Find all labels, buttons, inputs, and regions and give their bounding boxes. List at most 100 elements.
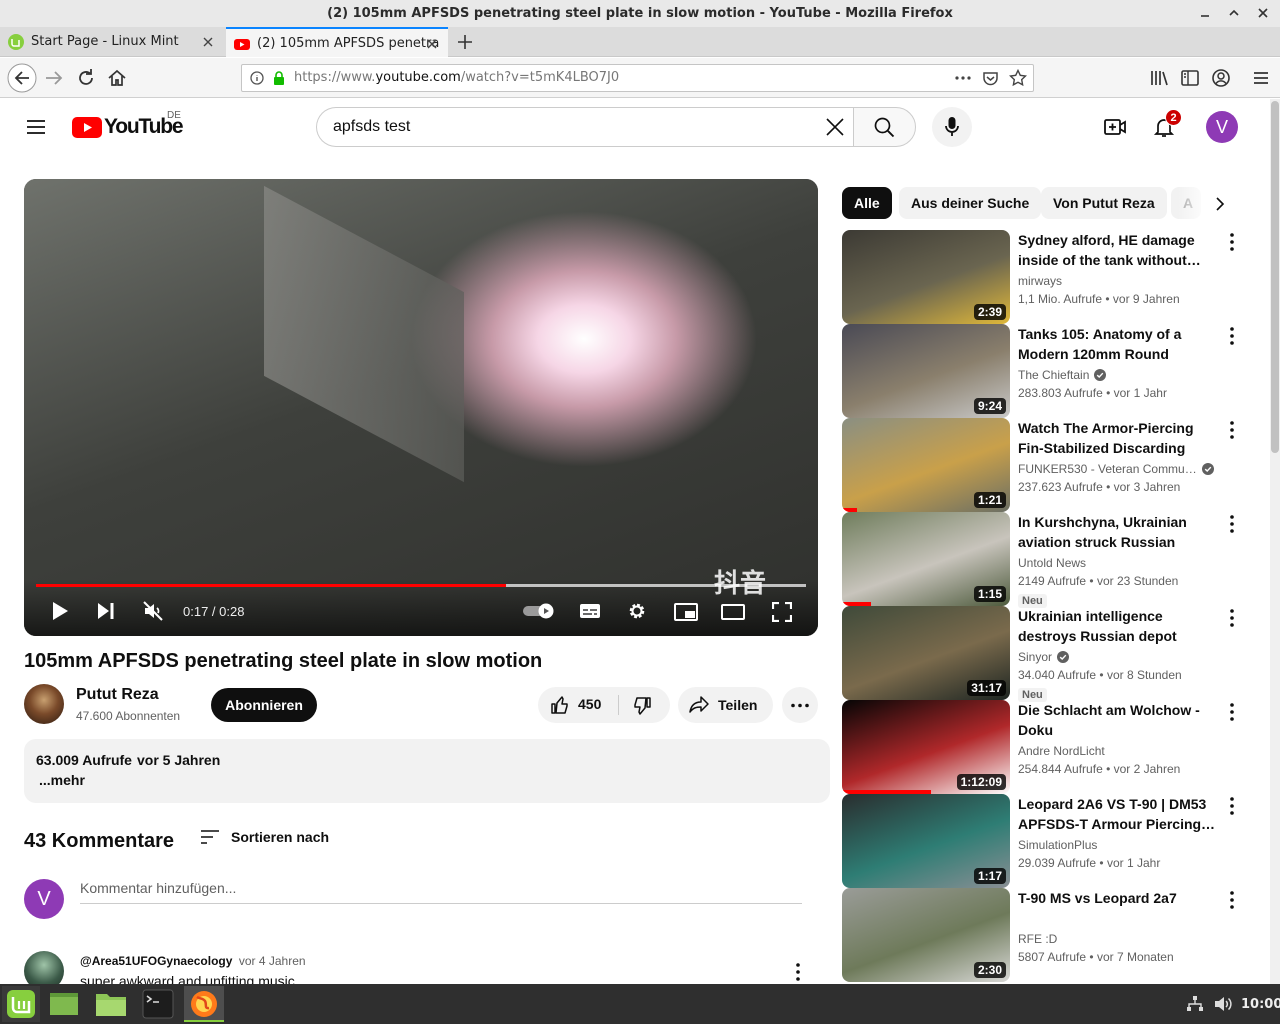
share-button[interactable]: Teilen — [678, 687, 773, 723]
more-vertical-icon[interactable] — [1224, 514, 1240, 534]
recommendation-title[interactable]: Watch The Armor-Piercing Fin-Stabilized … — [1018, 418, 1222, 458]
miniplayer-icon[interactable] — [674, 603, 698, 621]
address-bar[interactable]: https://www.youtube.com/watch?v=t5mK4LBO… — [241, 64, 1034, 92]
home-icon[interactable] — [105, 66, 129, 90]
pocket-icon[interactable] — [982, 70, 999, 87]
fullscreen-icon[interactable] — [772, 602, 792, 622]
notifications-button[interactable]: 2 — [1152, 109, 1188, 143]
chevron-right-icon[interactable] — [1210, 194, 1230, 214]
autoplay-toggle-icon[interactable] — [522, 603, 558, 619]
close-tab-icon[interactable] — [201, 35, 215, 49]
lock-icon[interactable] — [272, 70, 286, 86]
info-icon[interactable] — [250, 71, 264, 85]
recommendation-title[interactable]: T-90 MS vs Leopard 2a7 — [1018, 888, 1222, 908]
recommendation-item[interactable]: 31:17 Ukrainian intelligence destroys Rus… — [842, 606, 1262, 702]
video-thumbnail[interactable]: 1:15 — [842, 512, 1010, 606]
new-tab-icon[interactable] — [456, 33, 474, 51]
channel-avatar[interactable] — [24, 684, 64, 724]
recommendation-title[interactable]: Leopard 2A6 VS T-90 | DM53 APFSDS-T Armo… — [1018, 794, 1222, 834]
more-vertical-icon[interactable] — [1224, 890, 1240, 910]
tab-start-page[interactable]: Start Page - Linux Mint — [0, 27, 224, 57]
comment-author[interactable]: @Area51UFOGynaecology — [80, 954, 232, 968]
recommendation-title[interactable]: In Kurshchyna, Ukrainian aviation struck… — [1018, 512, 1222, 552]
library-icon[interactable] — [1147, 66, 1171, 90]
terminal-icon[interactable] — [142, 989, 174, 1019]
more-vertical-icon[interactable] — [1224, 232, 1240, 252]
more-vertical-icon[interactable] — [1224, 796, 1240, 816]
thumbs-down-icon[interactable] — [632, 696, 652, 716]
settings-gear-icon[interactable] — [627, 601, 647, 621]
chip-from-channel[interactable]: Von Putut Reza — [1041, 187, 1167, 219]
scrollbar-thumb[interactable] — [1271, 101, 1279, 453]
recommendation-channel[interactable]: SimulationPlus — [1018, 838, 1097, 852]
channel-name[interactable]: Putut Reza — [76, 686, 159, 704]
bookmark-star-icon[interactable] — [1009, 69, 1027, 87]
muted-volume-icon[interactable] — [142, 600, 164, 622]
reload-icon[interactable] — [74, 66, 98, 90]
mint-menu-button[interactable] — [2, 986, 40, 1022]
create-video-icon[interactable] — [1103, 115, 1127, 139]
page-actions-icon[interactable] — [954, 72, 972, 84]
recommendation-title[interactable]: Sydney alford, HE damage inside of the t… — [1018, 230, 1222, 270]
page-scrollbar[interactable] — [1270, 99, 1280, 984]
close-window-icon[interactable] — [1256, 6, 1270, 20]
more-vertical-icon[interactable] — [1224, 326, 1240, 346]
show-more-link[interactable]: ...mehr — [39, 772, 85, 788]
chip-all[interactable]: Alle — [842, 187, 892, 219]
search-input[interactable]: apfsds test — [316, 107, 853, 147]
play-icon[interactable] — [50, 601, 70, 621]
close-tab-icon[interactable] — [425, 37, 439, 51]
recommendation-channel[interactable]: mirways — [1018, 274, 1062, 288]
chip-from-search[interactable]: Aus deiner Suche — [899, 187, 1042, 219]
video-thumbnail[interactable]: 2:30 — [842, 888, 1010, 982]
subscribe-button[interactable]: Abonnieren — [211, 688, 317, 722]
recommendation-channel[interactable]: Andre NordLicht — [1018, 744, 1105, 758]
hamburger-menu-icon[interactable] — [24, 115, 48, 139]
next-video-icon[interactable] — [96, 602, 116, 620]
recommendation-item[interactable]: 2:30 T-90 MS vs Leopard 2a7 RFE :D 5807 Auf… — [842, 888, 1262, 982]
video-thumbnail[interactable]: 1:12:09 — [842, 700, 1010, 794]
video-thumbnail[interactable]: 1:17 — [842, 794, 1010, 888]
recommendation-channel[interactable]: Untold News — [1018, 556, 1086, 570]
clear-search-icon[interactable] — [825, 117, 845, 137]
maximize-icon[interactable] — [1227, 6, 1241, 20]
recommendation-item[interactable]: 1:15 In Kurshchyna, Ukrainian aviation st… — [842, 512, 1262, 608]
recommendation-title[interactable]: Ukrainian intelligence destroys Russian … — [1018, 606, 1222, 646]
recommendation-channel[interactable]: Sinyor — [1018, 650, 1070, 664]
menu-icon[interactable] — [1249, 66, 1273, 90]
more-vertical-icon[interactable] — [1224, 608, 1240, 628]
show-desktop-icon[interactable] — [48, 990, 80, 1018]
back-icon[interactable] — [7, 63, 37, 93]
more-actions-button[interactable] — [782, 687, 818, 723]
recommendation-item[interactable]: 1:17 Leopard 2A6 VS T-90 | DM53 APFSDS-T … — [842, 794, 1262, 888]
minimize-icon[interactable] — [1198, 6, 1212, 20]
forward-icon[interactable] — [42, 66, 66, 90]
theater-mode-icon[interactable] — [721, 604, 745, 620]
recommendation-channel[interactable]: The Chieftain — [1018, 368, 1107, 382]
tab-youtube[interactable]: (2) 105mm APFSDS penetra — [226, 27, 448, 57]
video-thumbnail[interactable]: 31:17 — [842, 606, 1010, 700]
video-player[interactable]: 抖音 0:17 / 0:28 — [24, 179, 818, 636]
firefox-taskbar-button[interactable] — [184, 986, 224, 1022]
voice-search-button[interactable] — [932, 107, 972, 147]
video-thumbnail[interactable]: 9:24 — [842, 324, 1010, 418]
volume-icon[interactable] — [1213, 995, 1233, 1013]
recommendation-item[interactable]: 1:21 Watch The Armor-Piercing Fin-Stabili… — [842, 418, 1262, 512]
recommendation-channel[interactable]: FUNKER530 - Veteran Commu… — [1018, 462, 1214, 476]
user-avatar[interactable]: V — [1206, 111, 1238, 143]
more-vertical-icon[interactable] — [1224, 420, 1240, 440]
progress-bar[interactable] — [36, 584, 806, 587]
recommendation-title[interactable]: Tanks 105: Anatomy of a Modern 120mm Rou… — [1018, 324, 1222, 364]
more-vertical-icon[interactable] — [1224, 702, 1240, 722]
recommendation-channel[interactable]: RFE :D — [1018, 932, 1057, 946]
file-manager-icon[interactable] — [94, 990, 128, 1018]
add-comment-input[interactable]: Kommentar hinzufügen... — [80, 879, 802, 904]
search-button[interactable] — [853, 107, 916, 147]
recommendation-title[interactable]: Die Schlacht am Wolchow - Doku — [1018, 700, 1222, 740]
recommendation-item[interactable]: 2:39 Sydney alford, HE damage inside of t… — [842, 230, 1262, 324]
comment-more-icon[interactable] — [788, 962, 808, 982]
sidebar-icon[interactable] — [1178, 66, 1202, 90]
video-thumbnail[interactable]: 1:21 — [842, 418, 1010, 512]
network-icon[interactable] — [1186, 995, 1204, 1013]
account-icon[interactable] — [1209, 66, 1233, 90]
